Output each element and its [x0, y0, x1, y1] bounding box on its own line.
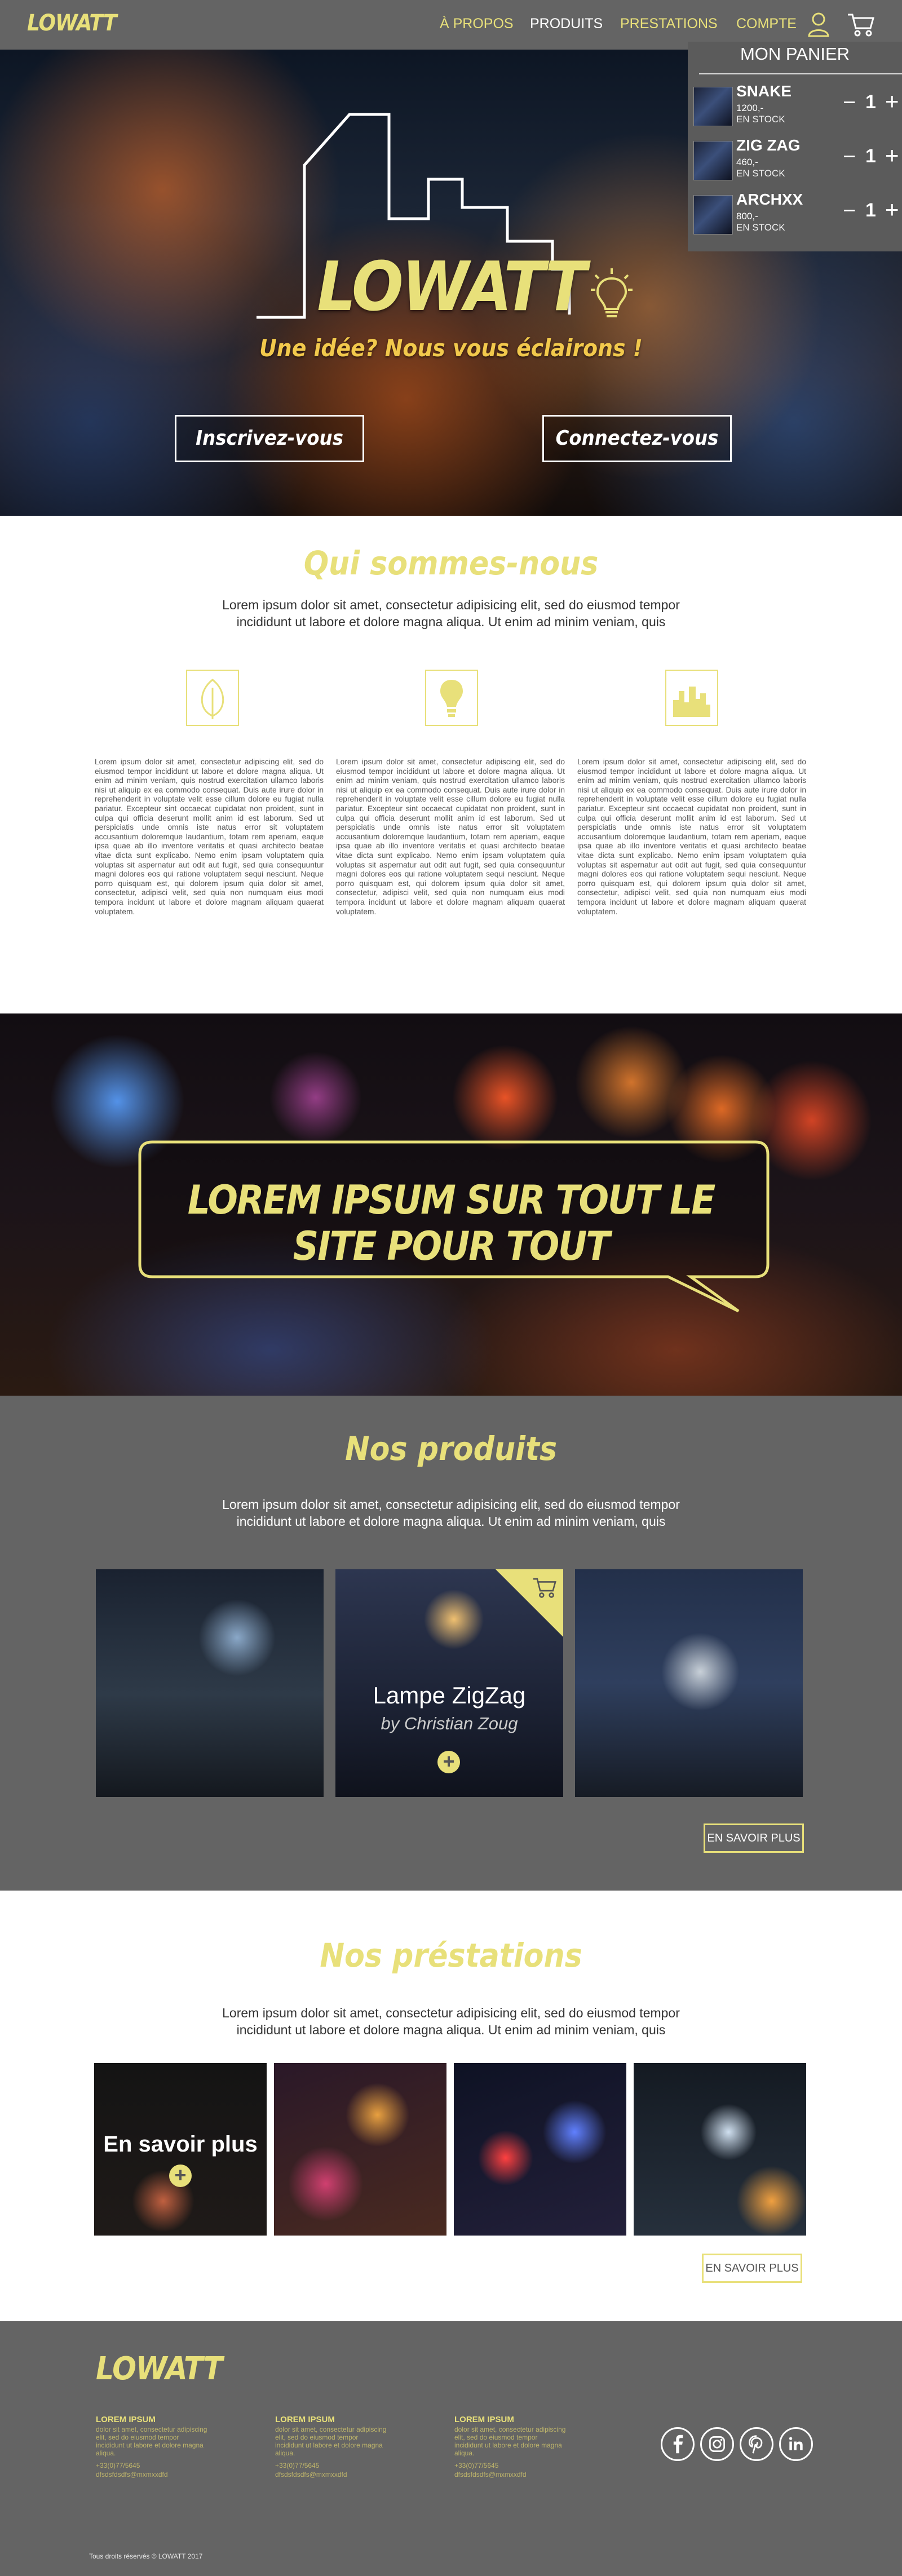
footer-column-title: LOREM IPSUM — [275, 2415, 335, 2424]
cart-item-name: ARCHXX — [736, 191, 803, 208]
footer: LOWATT LOREM IPSUM dolor sit amet, conse… — [0, 2321, 902, 2576]
footer-email[interactable]: dfsdsfdsdfs@mxmxxdfd — [454, 2471, 567, 2478]
user-icon[interactable] — [807, 11, 830, 37]
cart-item-price: 1200,- — [736, 103, 764, 113]
about-lead: Lorem ipsum dolor sit amet, consectetur … — [222, 597, 680, 629]
products-title: Nos produits — [344, 1429, 558, 1468]
cart-icon[interactable] — [532, 1576, 558, 1599]
footer-email[interactable]: dfsdsfdsdfs@mxmxxdfd — [96, 2471, 209, 2478]
cart-title: MON PANIER — [740, 44, 850, 64]
products-more-button[interactable]: EN SAVOIR PLUS — [704, 1823, 804, 1853]
feature-text: Lorem ipsum dolor sit amet, consectetur … — [95, 758, 324, 916]
cart-item-thumbnail — [693, 195, 733, 234]
nav-link-a-propos[interactable]: À PROPOS — [440, 16, 514, 32]
promo-banner: LOREM IPSUM SUR TOUT LE SITE POUR TOUT — [0, 1013, 902, 1396]
add-icon[interactable]: + — [437, 1751, 460, 1773]
services-more-button[interactable]: EN SAVOIR PLUS — [702, 2254, 802, 2283]
instagram-icon[interactable] — [700, 2427, 734, 2461]
copyright-text: Tous droits réservés © LOWATT 2017 — [89, 2552, 203, 2560]
login-button[interactable]: Connectez-vous — [542, 415, 732, 462]
cart-item: SNAKE 1200,- EN STOCK − 1 + — [693, 79, 902, 127]
feature-text: Lorem ipsum dolor sit amet, consectetur … — [336, 758, 565, 916]
decrease-qty-button[interactable]: − — [843, 198, 856, 224]
cart-item-price: 800,- — [736, 211, 758, 222]
footer-column-text: dolor sit amet, consectetur adipiscing e… — [96, 2425, 207, 2457]
increase-qty-button[interactable]: + — [885, 88, 899, 115]
signup-button[interactable]: Inscrivez-vous — [175, 415, 364, 462]
hero-tagline: Une idée? Nous vous éclairons ! — [259, 334, 643, 362]
products-lead: Lorem ipsum dolor sit amet, consectetur … — [222, 1497, 680, 1529]
product-card[interactable] — [575, 1569, 803, 1797]
site-logo[interactable]: LOWATT — [27, 10, 117, 36]
city-icon — [665, 670, 718, 726]
cart-item-quantity: 1 — [865, 200, 876, 221]
hero-title: LOWATT — [317, 248, 586, 326]
increase-qty-button[interactable]: + — [885, 142, 899, 169]
footer-column: LOREM IPSUM dolor sit amet, consectetur … — [96, 2415, 209, 2478]
nav-link-produits[interactable]: PRODUITS — [530, 16, 603, 32]
footer-column-text: dolor sit amet, consectetur adipiscing e… — [275, 2425, 387, 2457]
footer-logo[interactable]: LOWATT — [96, 2351, 223, 2387]
footer-email[interactable]: dfsdsfdsdfs@mxmxxdfd — [275, 2471, 388, 2478]
products-section: Nos produits Lorem ipsum dolor sit amet,… — [0, 1396, 902, 1891]
cart-divider — [699, 73, 902, 74]
cart-item-price: 460,- — [736, 157, 758, 167]
cart-item-thumbnail — [693, 87, 733, 126]
pinterest-icon[interactable] — [740, 2427, 773, 2461]
product-card-featured[interactable]: Lampe ZigZag by Christian Zoug + — [335, 1569, 563, 1797]
cart-item-stock: EN STOCK — [736, 222, 785, 233]
decrease-qty-button[interactable]: − — [843, 144, 856, 170]
cart-item: ZIG ZAG 460,- EN STOCK − 1 + — [693, 133, 902, 182]
leaf-icon — [186, 670, 239, 726]
services-title: Nos préstations — [320, 1936, 582, 1975]
nav-link-compte[interactable]: COMPTE — [736, 16, 797, 32]
cart-item-name: ZIG ZAG — [736, 136, 801, 154]
cart-icon[interactable] — [847, 11, 875, 37]
product-designer: by Christian Zoug — [381, 1714, 518, 1733]
cart-item-stock: EN STOCK — [736, 168, 785, 179]
cart-item-thumbnail — [693, 141, 733, 180]
service-card[interactable] — [454, 2063, 626, 2236]
footer-column-title: LOREM IPSUM — [96, 2415, 156, 2424]
nav-link-prestations[interactable]: PRESTATIONS — [620, 16, 718, 32]
facebook-icon[interactable] — [661, 2427, 695, 2461]
cart-dropdown: MON PANIER SNAKE 1200,- EN STOCK − 1 + Z… — [688, 42, 902, 251]
footer-column: LOREM IPSUM dolor sit amet, consectetur … — [275, 2415, 388, 2478]
decrease-qty-button[interactable]: − — [843, 90, 856, 116]
promo-text: LOREM IPSUM SUR TOUT LE SITE POUR TOUT — [187, 1177, 715, 1269]
footer-column: LOREM IPSUM dolor sit amet, consectetur … — [454, 2415, 567, 2478]
service-card[interactable] — [274, 2063, 446, 2236]
footer-column-title: LOREM IPSUM — [454, 2415, 514, 2424]
service-card[interactable] — [634, 2063, 806, 2236]
cart-item-name: SNAKE — [736, 82, 792, 100]
feature-text: Lorem ipsum dolor sit amet, consectetur … — [577, 758, 806, 916]
footer-phone: +33(0)77/5645 — [454, 2462, 499, 2469]
footer-phone: +33(0)77/5645 — [275, 2462, 320, 2469]
cart-item-quantity: 1 — [865, 145, 876, 167]
lightbulb-icon — [425, 670, 478, 726]
about-title: Qui sommes-nous — [303, 544, 599, 582]
cart-item: ARCHXX 800,- EN STOCK − 1 + — [693, 187, 902, 236]
services-lead: Lorem ipsum dolor sit amet, consectetur … — [222, 2006, 680, 2037]
footer-phone: +33(0)77/5645 — [96, 2462, 140, 2469]
cart-item-quantity: 1 — [865, 91, 876, 113]
add-icon[interactable]: + — [169, 2165, 192, 2187]
footer-column-text: dolor sit amet, consectetur adipiscing e… — [454, 2425, 566, 2457]
product-name: Lampe ZigZag — [373, 1682, 526, 1709]
service-card-featured[interactable]: En savoir plus + — [94, 2063, 267, 2236]
increase-qty-button[interactable]: + — [885, 196, 899, 223]
product-card[interactable] — [96, 1569, 324, 1797]
service-overlay-label: En savoir plus — [103, 2132, 258, 2157]
linkedin-icon[interactable] — [779, 2427, 813, 2461]
cart-item-stock: EN STOCK — [736, 114, 785, 125]
